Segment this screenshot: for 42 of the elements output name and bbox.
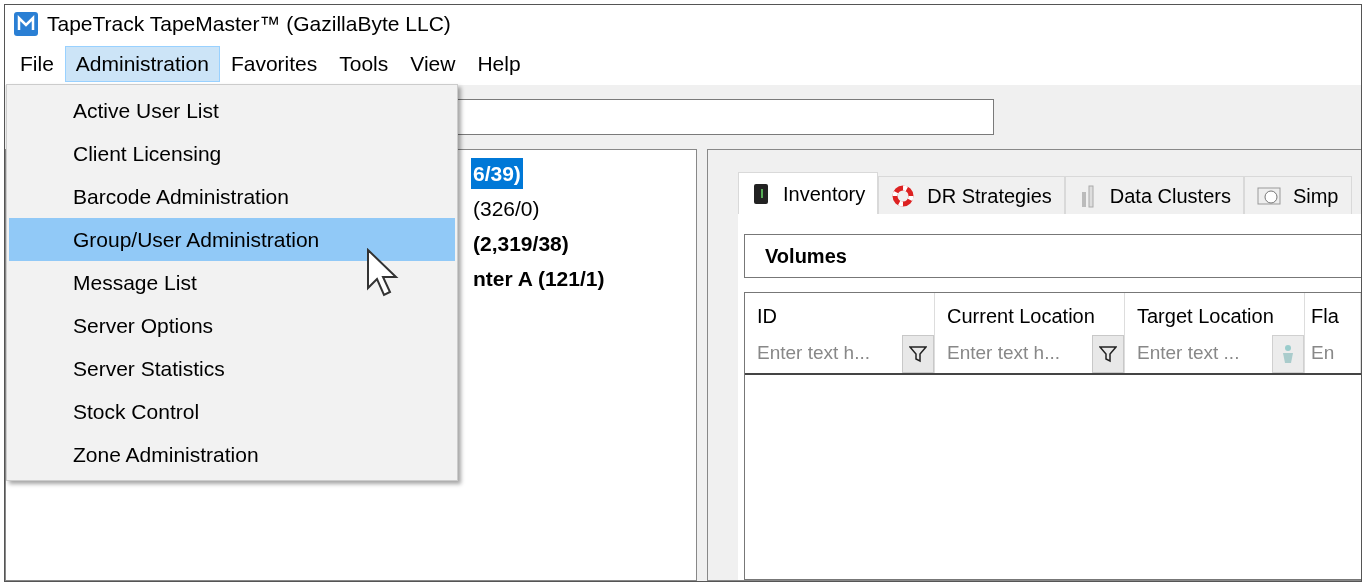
column-header[interactable]: Target Location bbox=[1137, 293, 1304, 331]
menu-item[interactable]: Group/User Administration bbox=[9, 218, 455, 261]
funnel-icon bbox=[1099, 345, 1117, 363]
column-header[interactable]: Fla bbox=[1311, 293, 1360, 331]
tree-item[interactable]: 6/39) bbox=[471, 157, 523, 190]
tab[interactable]: Inventory bbox=[738, 172, 879, 214]
filter-field[interactable]: Enter text h... bbox=[757, 338, 870, 373]
tab[interactable]: DR Strategies bbox=[878, 176, 1065, 214]
menu-item[interactable]: View bbox=[399, 46, 467, 82]
menu-item[interactable]: Help bbox=[466, 46, 532, 82]
filter-field[interactable]: Enter text h... bbox=[947, 338, 1060, 373]
section-title: Volumes bbox=[765, 244, 847, 269]
window-title: TapeTrack TapeMaster™ (GazillaByte LLC) bbox=[47, 11, 451, 38]
filter-field[interactable]: Enter text ... bbox=[1137, 338, 1240, 373]
column-header[interactable]: Current Location bbox=[947, 293, 1124, 331]
menu-item[interactable]: Server Options bbox=[9, 304, 455, 347]
menu-item[interactable]: Stock Control bbox=[9, 390, 455, 433]
menu-item[interactable]: Message List bbox=[9, 261, 455, 304]
funnel-icon bbox=[909, 345, 927, 363]
tree-item[interactable]: (2,319/38) bbox=[471, 227, 571, 260]
tape-icon bbox=[751, 182, 771, 205]
menu-item[interactable]: Administration bbox=[64, 46, 220, 82]
menu-item[interactable]: Server Statistics bbox=[9, 347, 455, 390]
lifebuoy-icon bbox=[891, 183, 916, 208]
filter-button[interactable] bbox=[902, 335, 934, 373]
column-header[interactable]: ID bbox=[757, 293, 934, 331]
menu-item[interactable]: Client Licensing bbox=[9, 132, 455, 175]
menu-item[interactable]: Favorites bbox=[219, 46, 329, 82]
figure-icon bbox=[1280, 343, 1296, 365]
app-logo-icon bbox=[13, 11, 39, 37]
tab[interactable]: Data Clusters bbox=[1064, 176, 1244, 214]
tree-item[interactable]: nter A (121/1) bbox=[471, 262, 607, 295]
clock-icon bbox=[1256, 185, 1281, 206]
tab[interactable]: Simp bbox=[1243, 176, 1352, 214]
menu-item[interactable]: Zone Administration bbox=[9, 433, 455, 476]
tree-item[interactable]: (326/0) bbox=[471, 192, 542, 225]
filter-button[interactable] bbox=[1092, 335, 1124, 373]
menu-item[interactable]: Active User List bbox=[9, 89, 455, 132]
menu-item[interactable]: Barcode Administration bbox=[9, 175, 455, 218]
menu-item[interactable]: File bbox=[9, 46, 65, 82]
menu-item[interactable]: Tools bbox=[328, 46, 400, 82]
filter-field[interactable]: En bbox=[1311, 338, 1335, 373]
